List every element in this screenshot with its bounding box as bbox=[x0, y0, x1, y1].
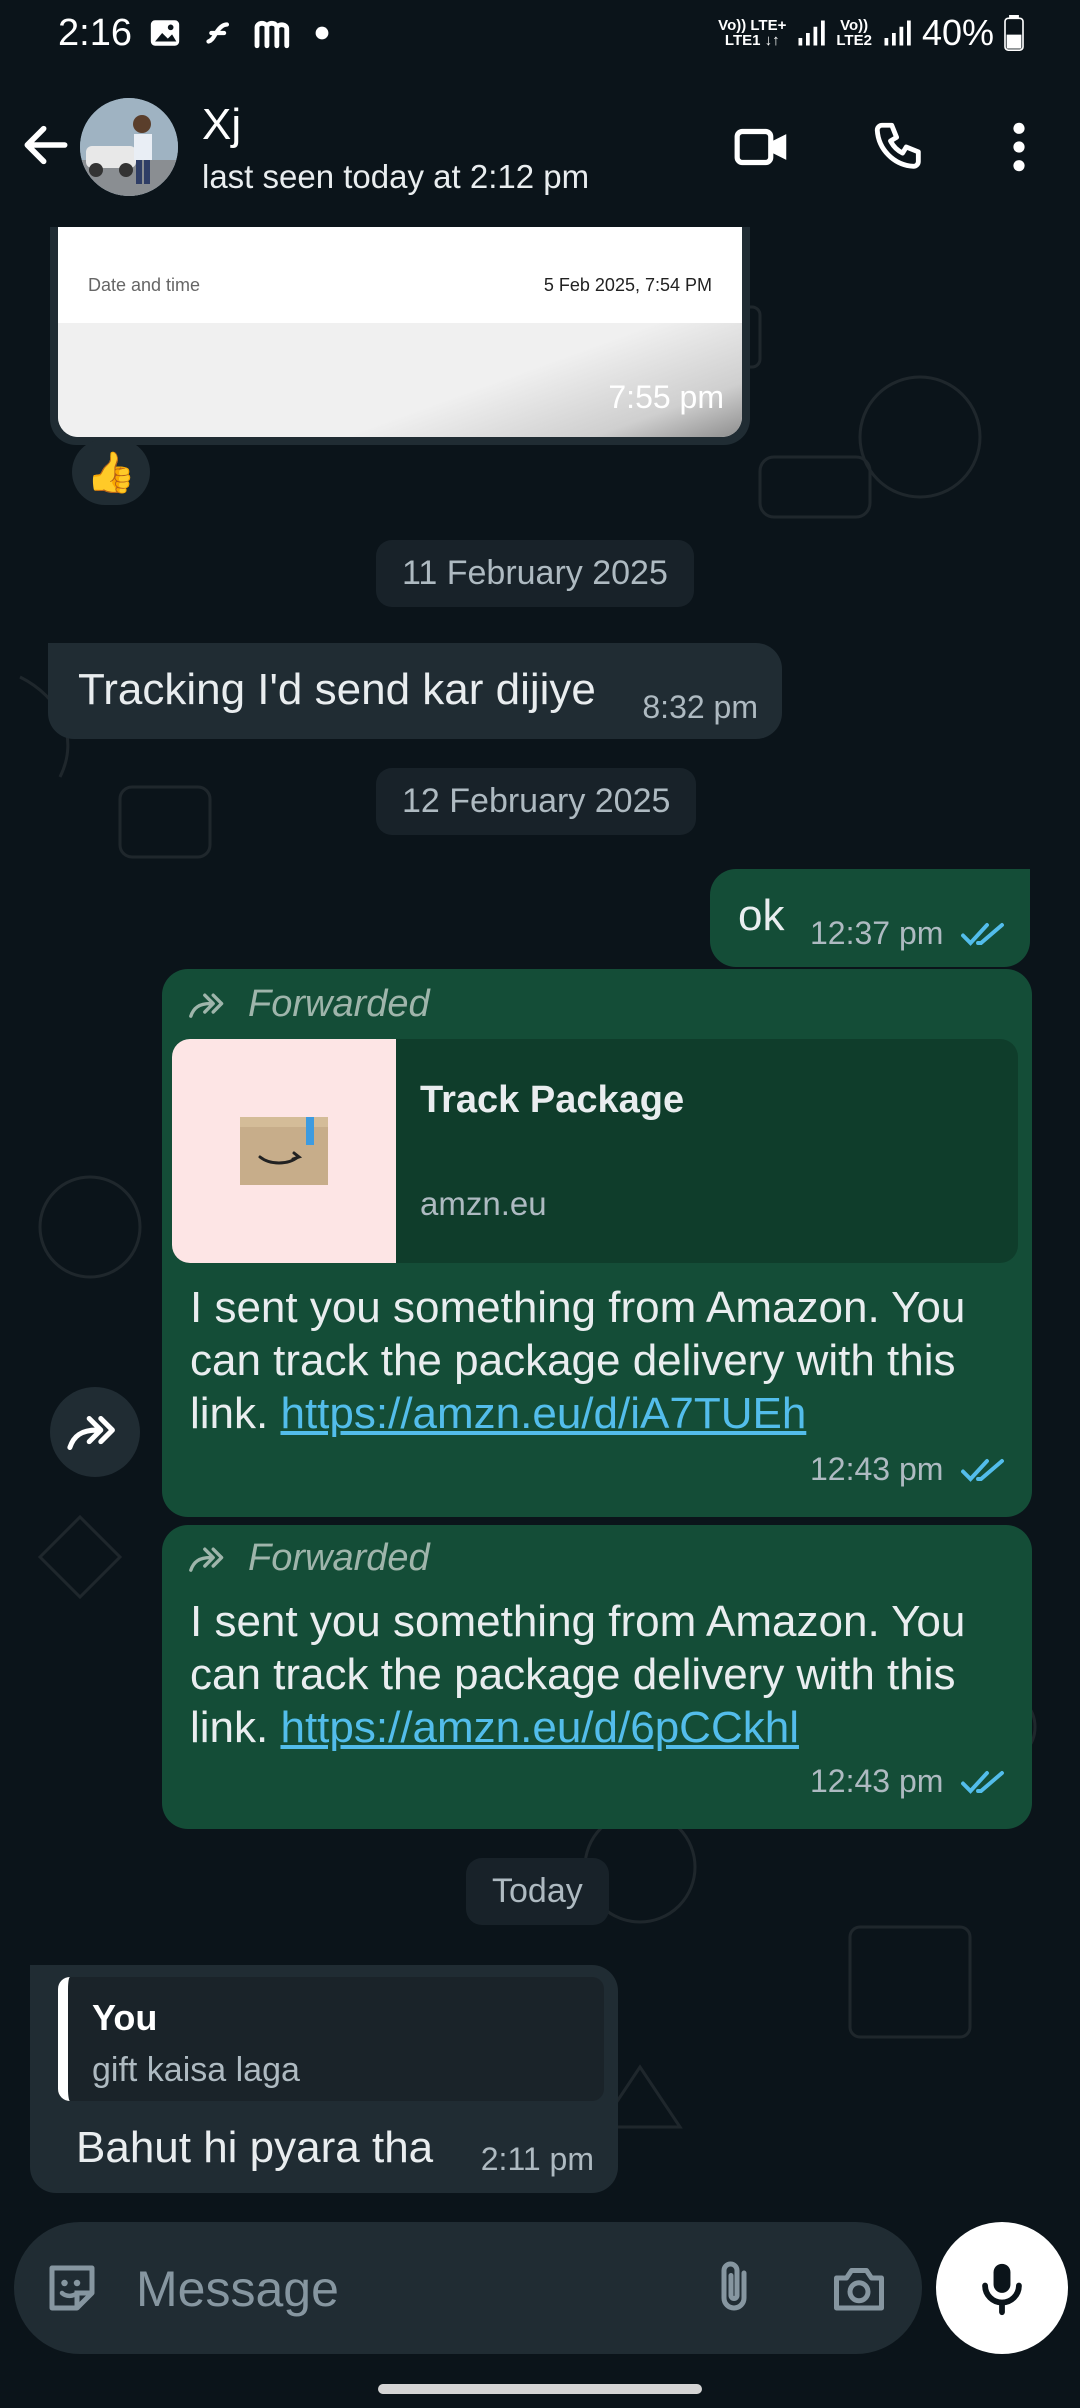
message-time: 12:43 pm bbox=[810, 1451, 944, 1487]
link-preview[interactable]: Track Package amzn.eu bbox=[172, 1039, 1018, 1263]
gallery-icon bbox=[150, 20, 180, 46]
phone-icon bbox=[874, 122, 921, 169]
forwarded-icon bbox=[189, 1547, 224, 1572]
attachment-icon[interactable] bbox=[704, 2256, 764, 2320]
read-ticks-icon bbox=[961, 1459, 1004, 1482]
m-app-icon bbox=[254, 20, 290, 49]
message-time: 2:11 pm bbox=[480, 2141, 594, 2177]
read-ticks-icon bbox=[961, 923, 1004, 946]
message-link[interactable]: https://amzn.eu/d/iA7TUEh bbox=[280, 1389, 806, 1438]
video-camera-icon bbox=[734, 128, 787, 166]
battery-icon bbox=[1004, 15, 1024, 51]
dot-icon bbox=[315, 26, 329, 40]
signal-icon-2 bbox=[884, 20, 911, 46]
chat-header: Xj last seen today at 2:12 pm bbox=[0, 72, 1080, 227]
forward-icon bbox=[67, 1415, 115, 1450]
read-ticks-icon bbox=[961, 1771, 1004, 1794]
voice-message-button[interactable] bbox=[936, 2222, 1068, 2354]
receipt-row-label: Date and time bbox=[88, 275, 201, 295]
message-text: ok bbox=[738, 891, 785, 940]
quote-text: gift kaisa laga bbox=[92, 2051, 300, 2089]
forwarded-message[interactable]: Forwarded I sent you something from Amaz… bbox=[162, 1525, 1032, 1829]
camera-icon[interactable] bbox=[828, 2258, 890, 2318]
incoming-reply-message[interactable]: You gift kaisa laga Bahut hi pyara tha 2… bbox=[30, 1965, 618, 2193]
status-time: 2:16 bbox=[58, 12, 132, 54]
preview-thumbnail bbox=[172, 1039, 396, 1263]
message-input[interactable]: Message bbox=[136, 2260, 339, 2318]
home-gesture-handle[interactable] bbox=[378, 2384, 702, 2394]
video-call-button[interactable] bbox=[728, 112, 798, 182]
navigation-bar bbox=[0, 2360, 1080, 2408]
package-icon bbox=[240, 1117, 328, 1185]
message-link[interactable]: https://amzn.eu/d/6pCCkhl bbox=[280, 1703, 798, 1752]
microphone-icon bbox=[982, 2263, 1022, 2316]
chat-area[interactable]: Date and time 5 Feb 2025, 7:54 PM 7:55 p… bbox=[0, 227, 1080, 2217]
kebab-menu-icon bbox=[1013, 122, 1025, 172]
back-arrow-icon[interactable] bbox=[18, 117, 74, 173]
more-options-button[interactable] bbox=[984, 112, 1054, 182]
message-time: 12:37 pm bbox=[810, 915, 944, 951]
forwarded-label: Forwarded bbox=[248, 983, 430, 1025]
signal-icon-1 bbox=[798, 20, 826, 46]
date-separator: 12 February 2025 bbox=[376, 768, 697, 835]
message-composer[interactable]: Message bbox=[14, 2222, 922, 2354]
message-time: 8:32 pm bbox=[642, 689, 758, 725]
date-separator: Today bbox=[466, 1858, 609, 1925]
message-time: 7:55 pm bbox=[608, 379, 724, 415]
battery-percent: 40% bbox=[921, 12, 994, 53]
quote-author: You bbox=[92, 1997, 158, 2038]
voice-call-button[interactable] bbox=[864, 112, 934, 182]
forwarded-label: Forwarded bbox=[248, 1537, 430, 1579]
image-message[interactable]: Date and time 5 Feb 2025, 7:54 PM 7:55 p… bbox=[50, 227, 750, 445]
message-text: Tracking I'd send kar dijiye bbox=[78, 665, 596, 714]
last-seen: last seen today at 2:12 pm bbox=[202, 158, 590, 195]
reaction-badge[interactable]: 👍 bbox=[72, 439, 150, 505]
avatar[interactable] bbox=[80, 98, 178, 196]
receipt-row-value: 5 Feb 2025, 7:54 PM bbox=[543, 275, 712, 295]
contact-name[interactable]: Xj bbox=[202, 100, 241, 150]
incoming-message[interactable]: Tracking I'd send kar dijiye 8:32 pm bbox=[48, 643, 782, 739]
forwarded-message[interactable]: Forwarded Track Package amzn.eu I sent y… bbox=[162, 969, 1032, 1517]
forwarded-icon bbox=[189, 993, 224, 1018]
message-time: 12:43 pm bbox=[810, 1763, 944, 1799]
outgoing-message[interactable]: ok 12:37 pm bbox=[710, 869, 1030, 967]
preview-title: Track Package bbox=[420, 1079, 685, 1121]
image-preview[interactable]: Date and time 5 Feb 2025, 7:54 PM 7:55 p… bbox=[58, 227, 742, 437]
date-separator: 11 February 2025 bbox=[376, 540, 694, 607]
avatar-photo bbox=[80, 98, 178, 196]
forward-shortcut-button[interactable] bbox=[50, 1387, 140, 1477]
status-bar: 2:16 Vo)) LTE+ LTE1 ↓↑ Vo)) LTE2 40% bbox=[0, 0, 1080, 72]
preview-domain: amzn.eu bbox=[420, 1185, 547, 1222]
message-text: Bahut hi pyara tha bbox=[76, 2123, 434, 2172]
quoted-message[interactable]: You gift kaisa laga bbox=[58, 1977, 604, 2101]
link-notification-icon bbox=[206, 22, 230, 44]
sticker-icon[interactable] bbox=[42, 2258, 102, 2318]
